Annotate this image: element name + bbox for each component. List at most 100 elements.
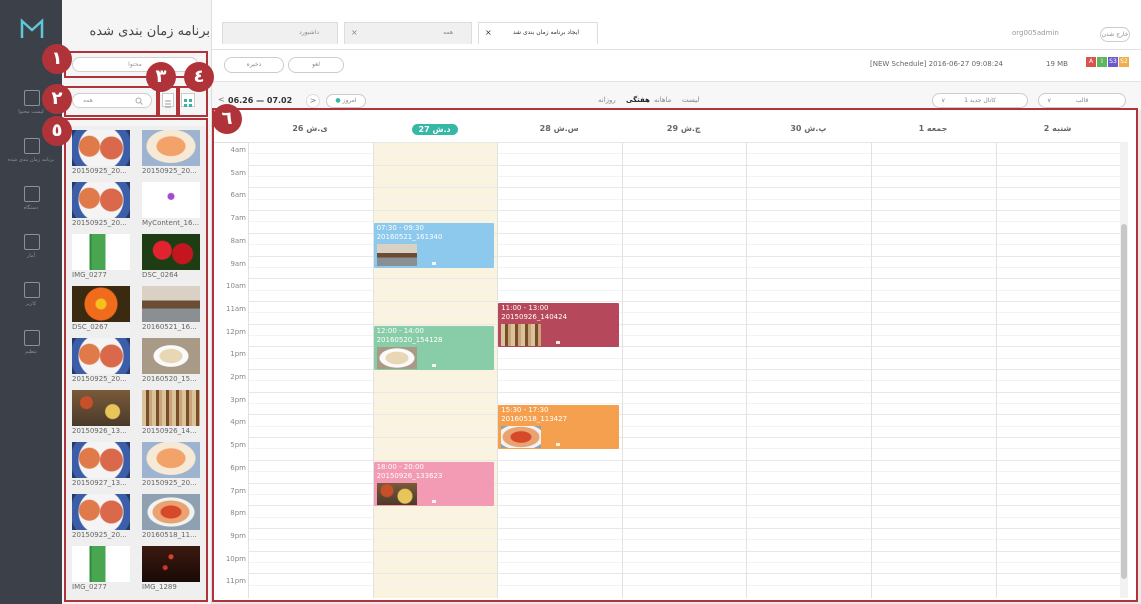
content-thumbnail[interactable]: 20160521_16... — [142, 286, 200, 332]
list-view-toggle[interactable] — [162, 93, 174, 108]
content-thumbnail[interactable]: 20150925_20... — [142, 442, 200, 488]
scrollbar-thumb[interactable] — [1121, 224, 1127, 579]
resize-handle[interactable] — [431, 500, 436, 504]
day-header-label: س.ش 28 — [539, 124, 579, 133]
content-thumbnail[interactable]: 20150925_20... — [72, 182, 130, 228]
calendar-scrollbar[interactable] — [1120, 142, 1128, 598]
logout-button[interactable]: خارج شدن — [1100, 27, 1130, 42]
view-2[interactable]: ماهانه — [654, 96, 671, 104]
hour-label: 2pm — [230, 373, 246, 381]
thumbnail-image — [142, 130, 200, 166]
resize-handle[interactable] — [556, 443, 561, 447]
nav-item-user[interactable]: کاربر — [0, 278, 62, 330]
view-1[interactable]: لیست — [682, 96, 699, 104]
content-thumbnail[interactable]: 20150926_14... — [142, 390, 200, 436]
hour-label: 11am — [225, 304, 246, 313]
thumbnail-image — [142, 494, 200, 530]
hour-line — [248, 300, 1120, 302]
tab-2[interactable]: همه × — [344, 22, 472, 44]
day-header-label: ی.ش 26 — [292, 124, 328, 133]
thumbnail-image — [142, 390, 200, 426]
calendar-grid[interactable]: 4am 5am 6am 7am 8am 9am 10am 11am 12pm 1pm 2pm 3pm 4… — [214, 142, 1126, 598]
schedule-event[interactable]: 07:30 - 09:30 20160521_161340 — [373, 223, 495, 268]
nav-item-label: برنامه زمان بندى شده — [7, 157, 55, 163]
schedule-event[interactable]: 12:00 - 14:00 20160520_154128 — [373, 325, 495, 370]
tab-1[interactable]: داشبورد — [222, 22, 338, 44]
content-thumbnail[interactable]: 20160520_15... — [142, 338, 200, 384]
content-thumbnail[interactable]: 20160518_11... — [142, 494, 200, 540]
hour-label: 5pm — [230, 441, 246, 450]
nav-item-chart[interactable]: آمار — [0, 230, 62, 282]
day-header[interactable]: چ.ش 29 — [622, 124, 746, 133]
schedule-info: [NEW Schedule] 2016-06-27 09:08:24 — [870, 60, 1004, 68]
resize-handle[interactable] — [556, 341, 561, 345]
monitor-icon — [24, 186, 40, 202]
schedule-event[interactable]: 15:30 - 17:30 20160518_113427 — [498, 405, 619, 450]
content-thumbnail[interactable]: IMG_1289 — [142, 546, 200, 592]
hour-line — [248, 187, 1120, 189]
hour-label: 10pm — [225, 554, 246, 563]
content-thumbnail[interactable]: 20150925_20... — [142, 130, 200, 176]
date-range: 06.26 — 07.02 — [228, 96, 293, 105]
content-thumbnail[interactable]: DSC_0264 — [142, 234, 200, 280]
day-header-label: د.ش 27 — [411, 124, 458, 135]
day-header[interactable]: د.ش 27 — [373, 124, 497, 135]
calendar-icon — [24, 138, 40, 154]
content-thumbnail[interactable]: 20150925_20... — [72, 130, 130, 176]
hour-label: 11pm — [225, 577, 246, 586]
resize-handle[interactable] — [431, 363, 436, 367]
half-hour-line — [248, 584, 1120, 586]
template-select[interactable]: قالب ∨ — [1038, 93, 1126, 108]
day-header[interactable]: س.ش 28 — [497, 124, 621, 133]
schedule-event[interactable]: 18:00 - 20:00 20150926_133623 — [373, 461, 495, 507]
day-header[interactable]: پ.ش 30 — [746, 124, 870, 133]
content-thumbnail[interactable]: 20150925_20... — [72, 338, 130, 384]
thumbnail-label: 20150925_20... — [72, 375, 127, 383]
content-thumbnail[interactable]: DSC_0267 — [72, 286, 130, 332]
content-thumbnail[interactable]: IMG_0277 — [72, 546, 130, 592]
channel-select[interactable]: کانال جدید 1 ∨ — [932, 93, 1028, 108]
content-thumbnail[interactable]: 20150927_13... — [72, 442, 130, 488]
day-column-line — [372, 142, 374, 598]
tab-label: همه — [443, 29, 453, 36]
save-button[interactable]: ذخیره — [224, 57, 284, 73]
event-time: 07:30 - 09:30 — [376, 224, 424, 233]
tab-3[interactable]: ایجاد برنامه زمان بندی شد × — [478, 22, 598, 44]
view-3[interactable]: هفتگی — [626, 96, 650, 104]
search-input[interactable]: همه — [72, 93, 152, 108]
event-thumbnail — [376, 346, 417, 369]
nav-item-label: کاربر — [25, 301, 37, 307]
content-thumbnail[interactable]: IMG_0277 — [72, 234, 130, 280]
cancel-button[interactable]: لغو — [288, 57, 344, 73]
close-icon[interactable]: × — [351, 23, 358, 43]
view-4[interactable]: روزانه — [598, 96, 616, 104]
today-button[interactable]: ● امروز — [326, 94, 366, 108]
content-thumbnail[interactable]: 20150925_20... — [72, 494, 130, 540]
content-thumbnail[interactable]: MyContent_16... — [142, 182, 200, 228]
content-filter-dropdown[interactable]: محتوا — [72, 57, 198, 72]
content-thumbnail[interactable]: 20150926_13... — [72, 390, 130, 436]
status-badge: S3 — [1108, 57, 1118, 67]
thumbnail-image — [72, 130, 130, 166]
event-time: 11:00 - 13:00 — [501, 303, 549, 312]
thumbnail-image — [142, 442, 200, 478]
hour-line — [248, 142, 1120, 143]
day-header[interactable]: جمعه 1 — [871, 124, 995, 133]
thumbnail-image — [142, 234, 200, 270]
status-badge: I — [1097, 57, 1107, 67]
close-icon[interactable]: × — [485, 23, 492, 43]
thumbnail-label: 20160520_15... — [142, 375, 197, 383]
thumbnail-label: 20150927_13... — [72, 479, 127, 487]
thumbnail-image — [72, 494, 130, 530]
hour-line — [248, 391, 1120, 393]
nav-item-monitor[interactable]: دستگاه — [0, 182, 62, 234]
next-week-button[interactable]: > — [306, 94, 320, 108]
day-header[interactable]: ی.ش 26 — [248, 124, 372, 133]
schedule-event[interactable]: 11:00 - 13:00 20150926_140424 — [498, 302, 619, 348]
nav-item-gear[interactable]: تنظیم — [0, 326, 62, 378]
thumbnail-label: 20150925_20... — [72, 167, 127, 175]
day-header[interactable]: شنبه 2 — [996, 124, 1120, 133]
grid-view-toggle[interactable] — [181, 93, 195, 107]
resize-handle[interactable] — [431, 261, 436, 265]
tab-label: ایجاد برنامه زمان بندی شد — [512, 29, 579, 36]
